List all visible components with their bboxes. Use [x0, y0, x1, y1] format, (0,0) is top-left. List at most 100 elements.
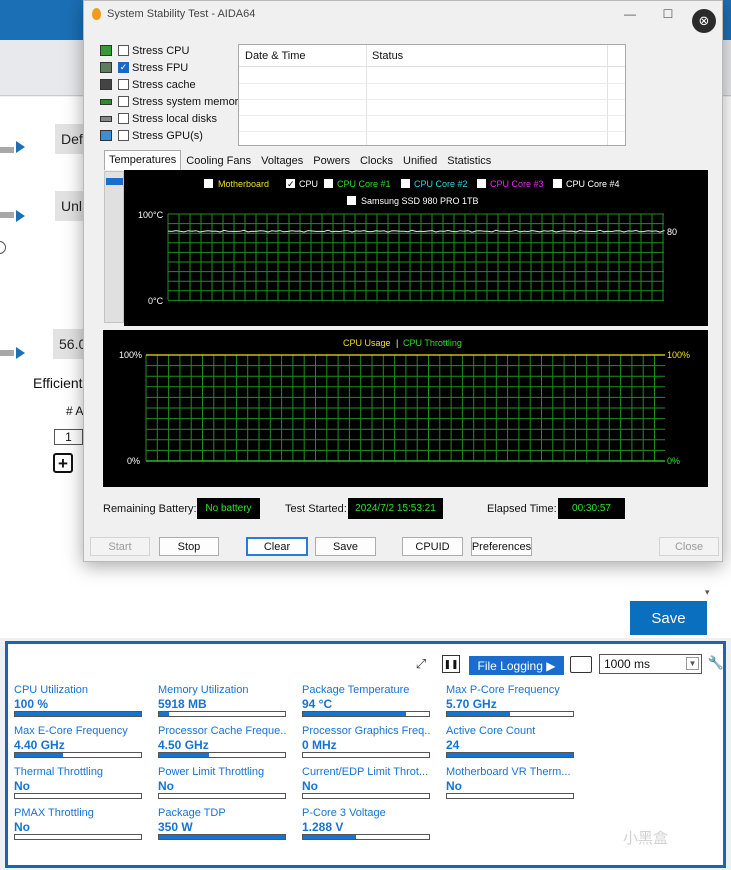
tab-unified[interactable]: Unified: [398, 152, 442, 170]
metric-bar: [158, 711, 286, 717]
chevron-down-icon[interactable]: ▼: [686, 657, 699, 670]
option-stress-cache[interactable]: Stress cache: [100, 76, 196, 93]
tab-powers[interactable]: Powers: [308, 152, 355, 170]
cpuid-button[interactable]: CPUID: [402, 537, 463, 556]
table-row: [239, 115, 625, 116]
throttling-title: CPU Throttling: [403, 338, 462, 348]
metric-bar-fill: [159, 835, 285, 839]
temperature-graph-svg: Motherboard ✓ CPU CPU Core #1 CPU Core #…: [138, 179, 677, 306]
option-label: Stress local disks: [132, 112, 217, 125]
setting-field-2[interactable]: Unl: [55, 191, 85, 221]
fpu-icon: [100, 62, 112, 73]
slider-track: [0, 212, 14, 218]
usage-right-max-label: 100%: [667, 350, 690, 360]
slider-arrow-icon[interactable]: [16, 141, 25, 153]
setting-field-1[interactable]: Def: [55, 124, 85, 154]
tab-cooling-fans[interactable]: Cooling Fans: [181, 152, 256, 170]
metric-bar: [14, 834, 142, 840]
sensor-monitor-panel: ⤢ ❚❚ File Logging ▶ 1000 ms ▼ 🔧 CPU Util…: [5, 641, 726, 868]
save-log-button[interactable]: Save: [315, 537, 376, 556]
save-button[interactable]: Save: [630, 601, 707, 635]
legend-checkbox-core2[interactable]: [401, 179, 410, 188]
maximize-icon[interactable]: ☐: [650, 1, 686, 27]
metric-label: Processor Graphics Freq...: [302, 725, 430, 737]
checkbox-stress-cache[interactable]: [118, 79, 129, 90]
metric-tile: P-Core 3 Voltage 1.288 V: [302, 807, 430, 840]
tab-clocks[interactable]: Clocks: [355, 152, 398, 170]
sensor-list-selection[interactable]: [106, 178, 123, 185]
slider-arrow-icon[interactable]: [16, 347, 25, 359]
usage-separator: |: [396, 338, 398, 348]
legend-checkbox-ssd[interactable]: [347, 196, 356, 205]
metric-label: CPU Utilization: [14, 684, 88, 696]
overlay-close-icon[interactable]: ⊗: [692, 9, 716, 33]
count-input[interactable]: 1: [54, 429, 83, 445]
column-header-status[interactable]: Status: [372, 50, 403, 62]
metric-bar: [14, 752, 142, 758]
slider-arrow-icon[interactable]: [16, 210, 25, 222]
metric-value: 5918 MB: [158, 697, 207, 711]
elapsed-time-label: Elapsed Time:: [487, 503, 557, 515]
checkbox-stress-cpu[interactable]: [118, 45, 129, 56]
memory-module-icon: [100, 98, 112, 105]
metric-label: Package TDP: [158, 807, 226, 819]
column-header-datetime[interactable]: Date & Time: [245, 50, 306, 62]
tab-temperatures[interactable]: Temperatures: [104, 150, 182, 170]
metric-label: PMAX Throttling: [14, 807, 94, 819]
clear-button[interactable]: Clear: [246, 537, 308, 556]
interval-select[interactable]: 1000 ms ▼: [599, 654, 702, 674]
tab-statistics[interactable]: Statistics: [442, 152, 496, 170]
option-stress-memory[interactable]: Stress system memory: [100, 93, 244, 110]
status-table[interactable]: Date & Time Status: [238, 44, 626, 146]
stability-test-window[interactable]: System Stability Test - AIDA64 — ☐ Stres…: [83, 0, 723, 562]
cache-icon: [100, 79, 112, 90]
add-plus-icon[interactable]: +: [53, 453, 73, 473]
option-stress-disks[interactable]: Stress local disks: [100, 110, 217, 127]
tab-voltages[interactable]: Voltages: [256, 152, 308, 170]
metric-label: Package Temperature: [302, 684, 410, 696]
option-stress-gpu[interactable]: Stress GPU(s): [100, 127, 203, 144]
preferences-button[interactable]: Preferences: [471, 537, 532, 556]
table-row: [239, 131, 625, 132]
metric-value: 100 %: [14, 697, 49, 711]
file-logging-button[interactable]: File Logging ▶: [469, 656, 564, 675]
folder-icon[interactable]: [570, 656, 592, 673]
checkbox-stress-fpu[interactable]: ✓: [118, 62, 129, 73]
metric-tile: Active Core Count 24: [446, 725, 574, 758]
option-stress-fpu[interactable]: ✓ Stress FPU: [100, 59, 188, 76]
disk-drive-icon: [100, 115, 112, 122]
dropdown-small-arrow-icon[interactable]: ▾: [705, 587, 710, 598]
metric-bar: [446, 711, 574, 717]
checkbox-stress-memory[interactable]: [118, 96, 129, 107]
start-button[interactable]: Start: [90, 537, 150, 556]
pause-icon[interactable]: ❚❚: [442, 655, 460, 673]
close-button[interactable]: Close: [659, 537, 719, 556]
metric-label: Max E-Core Frequency: [14, 725, 128, 737]
option-label: Stress cache: [132, 78, 196, 91]
legend-checkbox-core1[interactable]: [324, 179, 333, 188]
legend-core4: CPU Core #4: [566, 179, 620, 189]
throttle-right-min-label: 0%: [667, 456, 680, 466]
stop-button[interactable]: Stop: [159, 537, 219, 556]
radio-button[interactable]: [0, 241, 6, 254]
metric-tile: Thermal Throttling No: [14, 766, 142, 799]
metric-tile: Max E-Core Frequency 4.40 GHz: [14, 725, 142, 758]
option-stress-cpu[interactable]: Stress CPU: [100, 42, 189, 59]
gpu-monitor-icon: [100, 130, 112, 141]
sensor-list-panel[interactable]: [104, 171, 124, 323]
setting-field-3[interactable]: 56.0: [53, 329, 86, 359]
metric-tile: Motherboard VR Therm... No: [446, 766, 574, 799]
legend-checkbox-core3[interactable]: [477, 179, 486, 188]
wrench-icon[interactable]: 🔧: [708, 655, 724, 671]
legend-checkbox-motherboard[interactable]: [204, 179, 213, 188]
legend-core3: CPU Core #3: [490, 179, 544, 189]
cpu-usage-graph: CPU Usage | CPU Throttling 100% 0% 100% …: [103, 330, 708, 487]
checkbox-stress-disks[interactable]: [118, 113, 129, 124]
expand-icon[interactable]: ⤢: [412, 655, 430, 673]
metric-bar-fill: [15, 753, 63, 757]
metric-bar: [446, 793, 574, 799]
metric-tile: Power Limit Throttling No: [158, 766, 286, 799]
checkbox-stress-gpu[interactable]: [118, 130, 129, 141]
legend-checkbox-core4[interactable]: [553, 179, 562, 188]
minimize-icon[interactable]: —: [612, 1, 648, 27]
